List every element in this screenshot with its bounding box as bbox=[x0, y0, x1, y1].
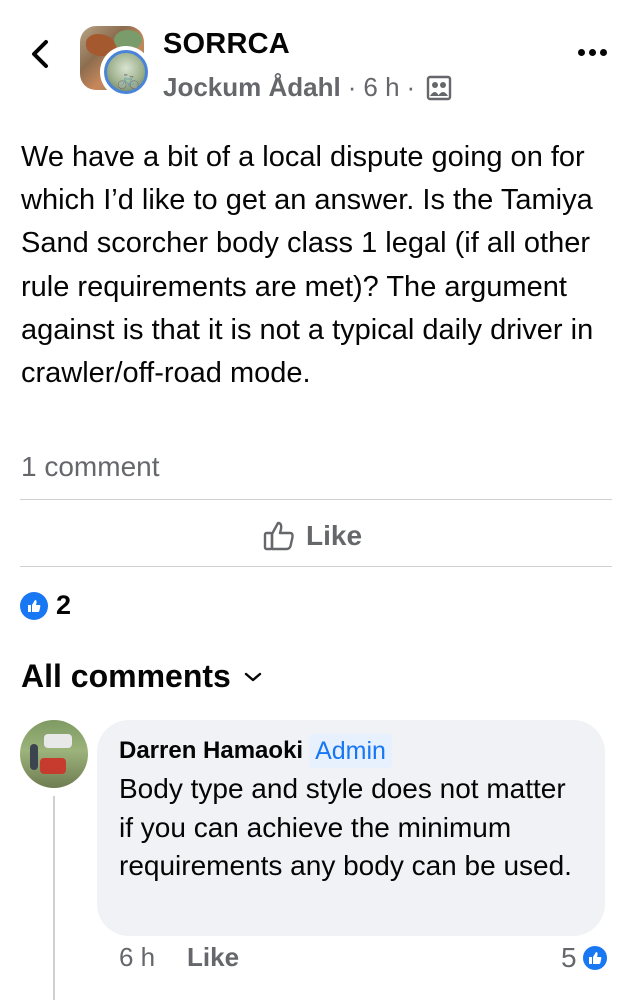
thumbs-up-icon bbox=[263, 521, 294, 551]
post-meta: Jockum Ådahl · 6 h · bbox=[163, 72, 452, 103]
more-options-button[interactable] bbox=[574, 40, 610, 64]
like-button[interactable]: Like bbox=[262, 514, 362, 558]
chevron-left-icon bbox=[32, 40, 48, 68]
more-dot-icon bbox=[599, 48, 607, 56]
comment-count[interactable]: 1 comment bbox=[21, 451, 160, 483]
author-avatar[interactable]: 🚲 bbox=[100, 46, 152, 98]
admin-badge: Admin bbox=[309, 734, 392, 768]
comment-bubble[interactable]: Darren Hamaoki Admin Body type and style… bbox=[97, 720, 605, 936]
meta-separator: · bbox=[406, 72, 416, 102]
comment-time[interactable]: 6 h bbox=[119, 942, 187, 973]
author-name[interactable]: Jockum Ådahl bbox=[163, 72, 341, 103]
reactions-summary[interactable]: 2 bbox=[20, 590, 71, 621]
chevron-down-icon bbox=[244, 672, 262, 681]
post-text: We have a bit of a local dispute going o… bbox=[21, 141, 594, 390]
like-reaction-icon bbox=[580, 944, 609, 972]
like-reaction-icon bbox=[20, 591, 48, 620]
more-dot-icon bbox=[588, 48, 596, 56]
comments-sort-dropdown[interactable]: All comments bbox=[21, 658, 263, 695]
comment-reactions[interactable]: 5 bbox=[561, 942, 609, 974]
post-time[interactable]: 6 h bbox=[363, 72, 399, 103]
comment-actions: 6 h Like bbox=[119, 942, 239, 973]
like-label: Like bbox=[306, 520, 363, 551]
commenter-avatar[interactable] bbox=[20, 720, 88, 788]
comment-like-button[interactable]: Like bbox=[187, 942, 239, 973]
group-name[interactable]: SORRCA bbox=[163, 28, 290, 61]
reaction-count: 2 bbox=[56, 590, 72, 620]
comment-reaction-count: 5 bbox=[561, 942, 577, 973]
more-dot-icon bbox=[577, 48, 585, 56]
post-header: 🚲 SORRCA Jockum Ådahl · 6 h · bbox=[0, 0, 632, 110]
meta-separator: · bbox=[347, 72, 357, 102]
divider bbox=[20, 499, 612, 500]
group-audience-icon bbox=[427, 75, 452, 100]
thread-line bbox=[53, 796, 55, 1000]
back-button[interactable] bbox=[22, 34, 58, 74]
all-comments-label: All comments bbox=[21, 658, 231, 694]
commenter-name[interactable]: Darren Hamaoki bbox=[119, 737, 303, 765]
comment-text: Body type and style does not matter if y… bbox=[119, 773, 572, 881]
divider bbox=[20, 566, 612, 567]
